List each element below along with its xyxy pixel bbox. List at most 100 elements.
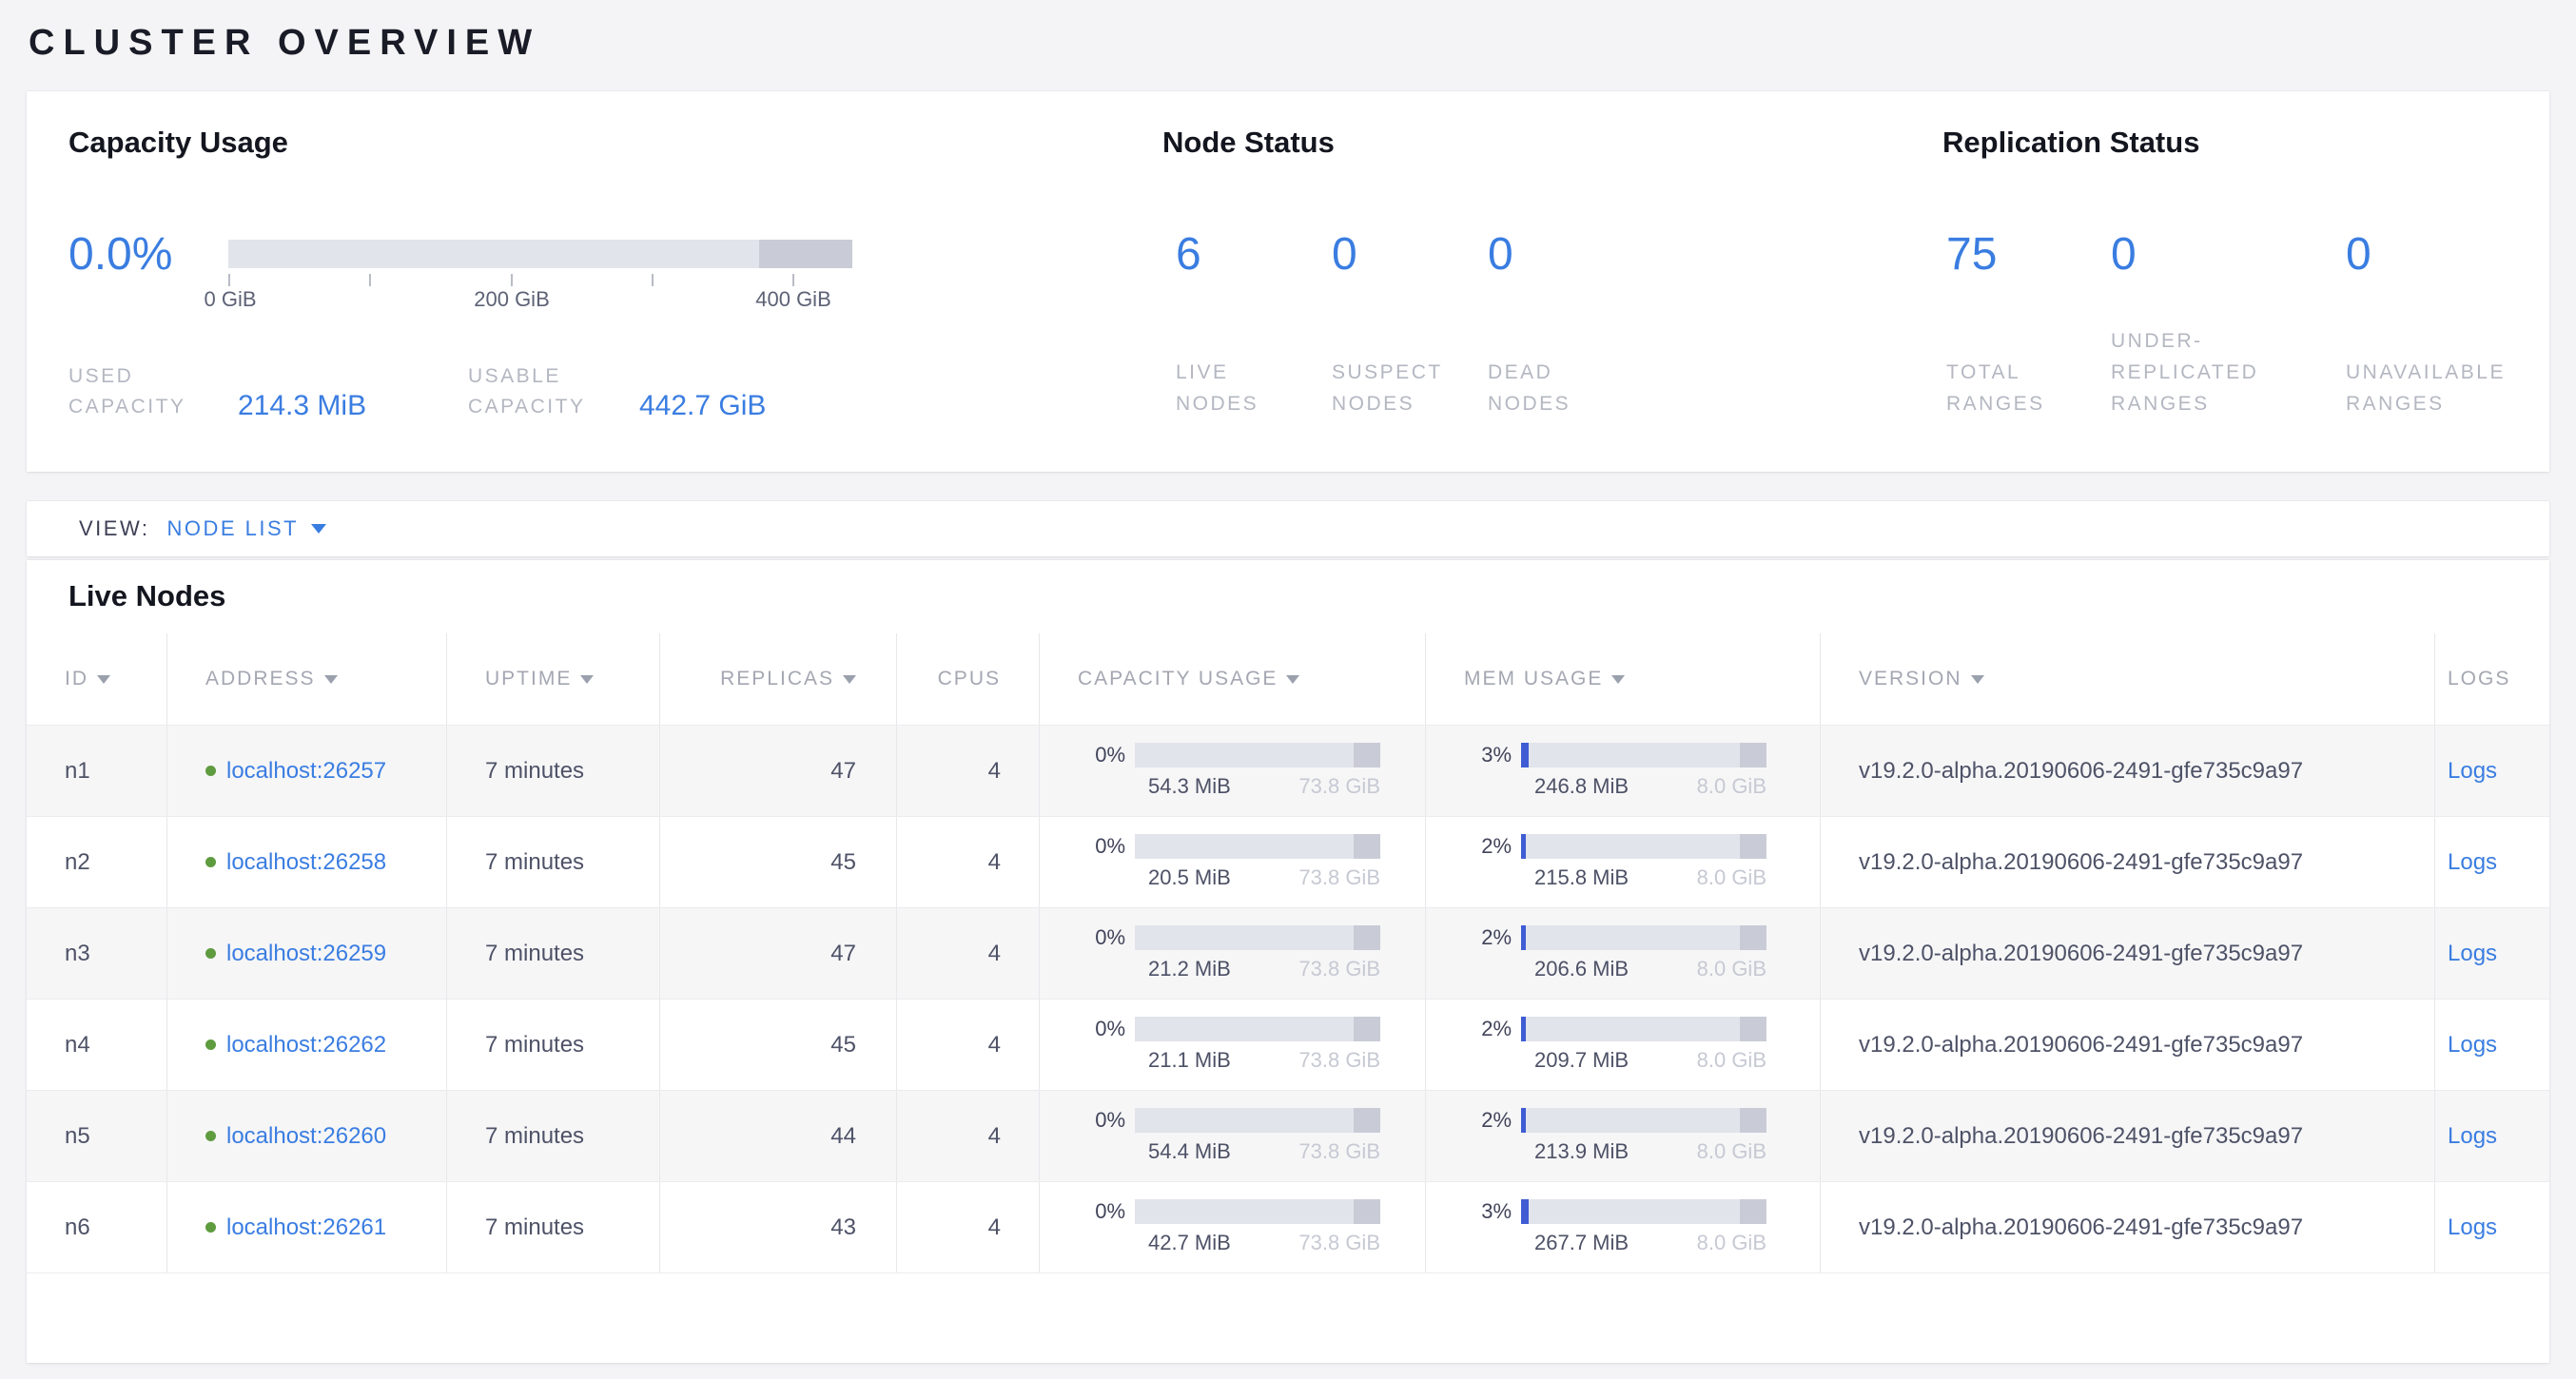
replication-status-section: Replication Status 75 0 0 TOTAL RANGES U… (1942, 91, 2549, 472)
mem-percent: 2% (1464, 834, 1512, 859)
logs-link[interactable]: Logs (2448, 1123, 2497, 1150)
node-replicas: 43 (660, 1182, 897, 1272)
node-address-cell: localhost:26258 (167, 817, 447, 907)
bar-reserved-segment (1740, 1017, 1766, 1041)
column-header-mem-usage[interactable]: MEM USAGE (1426, 633, 1821, 725)
used-capacity-value: 214.3 MiB (238, 390, 366, 422)
mem-usage-cell: 2%215.8 MiB8.0 GiB (1426, 817, 1821, 907)
unavailable-ranges-count: 0 (2346, 230, 2551, 280)
mem-usage-cell: 2%209.7 MiB8.0 GiB (1426, 1000, 1821, 1090)
node-version: v19.2.0-alpha.20190606-2491-gfe735c9a97 (1821, 1091, 2435, 1181)
total-ranges-count: 75 (1946, 230, 2111, 280)
table-row: n3 localhost:26259 7 minutes 47 4 0%21.2… (27, 907, 2549, 999)
logs-cell: Logs (2435, 1091, 2549, 1181)
node-id: n1 (27, 726, 167, 816)
mem-bar (1521, 925, 1766, 950)
view-mode-dropdown[interactable]: NODE LIST (166, 516, 326, 541)
node-address-link[interactable]: localhost:26257 (226, 758, 386, 785)
mem-percent: 2% (1464, 1017, 1512, 1041)
sort-icon (1971, 675, 1984, 684)
bar-fill (1521, 1108, 1526, 1133)
capacity-percent: 0% (1078, 1108, 1125, 1133)
live-nodes-count: 6 (1176, 230, 1332, 280)
live-nodes-card: Live Nodes ID ADDRESS UPTIME REPLICAS CP… (27, 560, 2549, 1363)
node-replicas: 47 (660, 726, 897, 816)
node-address-link[interactable]: localhost:26259 (226, 941, 386, 967)
capacity-bar (1135, 1017, 1380, 1041)
mem-usage-cell: 3%246.8 MiB8.0 GiB (1426, 726, 1821, 816)
mem-used: 215.8 MiB (1534, 865, 1629, 890)
node-id: n4 (27, 1000, 167, 1090)
node-cpus: 4 (897, 1182, 1040, 1272)
sort-icon (1286, 675, 1299, 684)
column-header-uptime[interactable]: UPTIME (447, 633, 660, 725)
logs-link[interactable]: Logs (2448, 1032, 2497, 1059)
node-address-cell: localhost:26260 (167, 1091, 447, 1181)
logs-link[interactable]: Logs (2448, 758, 2497, 785)
bar-fill (1521, 1017, 1526, 1041)
capacity-total: 73.8 GiB (1298, 957, 1380, 981)
axis-tick (369, 274, 371, 286)
table-row: n6 localhost:26261 7 minutes 43 4 0%42.7… (27, 1181, 2549, 1272)
table-row: n4 localhost:26262 7 minutes 45 4 0%21.1… (27, 999, 2549, 1090)
mem-used: 246.8 MiB (1534, 774, 1629, 799)
node-address-link[interactable]: localhost:26262 (226, 1032, 386, 1059)
total-ranges-label: TOTAL RANGES (1946, 357, 2111, 419)
usable-capacity-label: USABLE CAPACITY (468, 361, 639, 422)
mem-usage-cell: 2%213.9 MiB8.0 GiB (1426, 1091, 1821, 1181)
capacity-bar (1135, 1108, 1380, 1133)
capacity-used-percent: 0.0% (68, 230, 172, 280)
mem-used: 213.9 MiB (1534, 1139, 1629, 1164)
node-uptime: 7 minutes (447, 908, 660, 999)
node-address-link[interactable]: localhost:26261 (226, 1214, 386, 1241)
live-nodes-label: LIVE NODES (1176, 357, 1332, 419)
capacity-used: 54.3 MiB (1148, 774, 1231, 799)
node-uptime: 7 minutes (447, 817, 660, 907)
capacity-total: 73.8 GiB (1298, 774, 1380, 799)
used-capacity-stat: USED CAPACITY 214.3 MiB (68, 361, 468, 422)
column-header-replicas[interactable]: REPLICAS (660, 633, 897, 725)
sort-icon (1611, 675, 1625, 684)
node-replicas: 47 (660, 908, 897, 999)
column-header-capacity-usage[interactable]: CAPACITY USAGE (1040, 633, 1426, 725)
cluster-overview-page: CLUSTER OVERVIEW Capacity Usage 0.0% 0 G… (0, 0, 2576, 1379)
live-nodes-title: Live Nodes (27, 560, 2549, 633)
column-header-logs: LOGS (2435, 633, 2549, 725)
view-label: VIEW: (79, 516, 149, 541)
column-header-address[interactable]: ADDRESS (167, 633, 447, 725)
mem-total: 8.0 GiB (1697, 1231, 1766, 1255)
bar-reserved-segment (1354, 1199, 1380, 1224)
node-address-cell: localhost:26262 (167, 1000, 447, 1090)
node-address-link[interactable]: localhost:26258 (226, 849, 386, 876)
axis-label: 0 GiB (204, 287, 256, 312)
usable-capacity-stat: USABLE CAPACITY 442.7 GiB (468, 361, 766, 422)
node-address-cell: localhost:26259 (167, 908, 447, 999)
capacity-usage-cell: 0%21.1 MiB73.8 GiB (1040, 1000, 1426, 1090)
capacity-used: 21.2 MiB (1148, 957, 1231, 981)
capacity-usage-cell: 0%54.4 MiB73.8 GiB (1040, 1091, 1426, 1181)
mem-bar (1521, 1108, 1766, 1133)
node-replicas: 44 (660, 1091, 897, 1181)
table-row: n2 localhost:26258 7 minutes 45 4 0%20.5… (27, 816, 2549, 907)
sort-icon (843, 675, 856, 684)
column-header-version[interactable]: VERSION (1821, 633, 2435, 725)
mem-total: 8.0 GiB (1697, 774, 1766, 799)
node-version: v19.2.0-alpha.20190606-2491-gfe735c9a97 (1821, 908, 2435, 999)
bar-reserved-segment (1740, 925, 1766, 950)
node-status-title: Node Status (1162, 126, 1335, 160)
node-address-link[interactable]: localhost:26260 (226, 1123, 386, 1150)
dead-nodes-count: 0 (1488, 230, 1644, 280)
node-version: v19.2.0-alpha.20190606-2491-gfe735c9a97 (1821, 1182, 2435, 1272)
replication-status-values: 75 0 0 (1946, 230, 2551, 280)
logs-link[interactable]: Logs (2448, 1214, 2497, 1241)
mem-percent: 2% (1464, 1108, 1512, 1133)
column-header-id[interactable]: ID (27, 633, 167, 725)
logs-link[interactable]: Logs (2448, 849, 2497, 876)
logs-link[interactable]: Logs (2448, 941, 2497, 967)
bar-reserved-segment (1354, 743, 1380, 767)
chevron-down-icon (311, 524, 326, 534)
node-version: v19.2.0-alpha.20190606-2491-gfe735c9a97 (1821, 726, 2435, 816)
logs-cell: Logs (2435, 817, 2549, 907)
bar-fill (1521, 834, 1526, 859)
node-replicas: 45 (660, 817, 897, 907)
